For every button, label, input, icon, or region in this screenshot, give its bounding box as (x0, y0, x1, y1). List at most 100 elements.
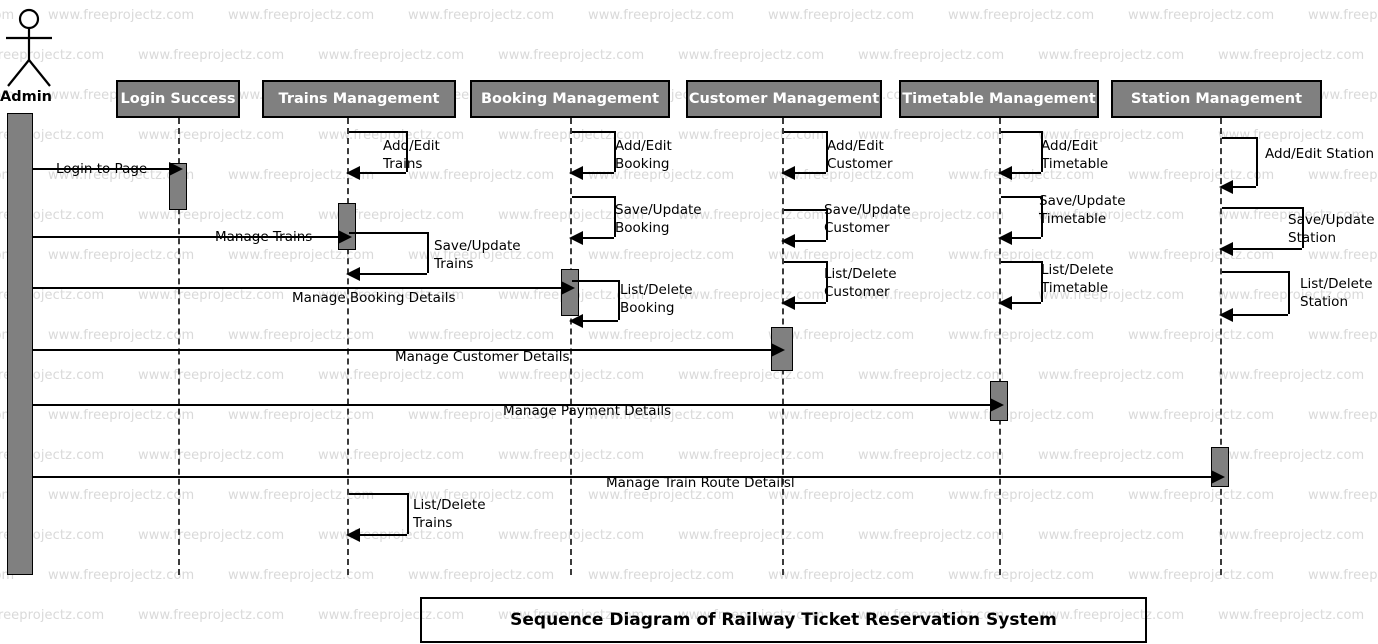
self-message-label-s15: List/Delete Station (1300, 275, 1373, 311)
message-label-m2: Manage Trains (215, 229, 313, 245)
self-message-top-s9 (784, 261, 826, 263)
self-message-bottom-s5 (582, 237, 614, 239)
message-arrowhead-m1 (169, 162, 183, 176)
self-message-label-s5: Save/Update Booking (615, 201, 702, 237)
self-message-label-line2: Station (1300, 294, 1348, 311)
lifeline-dashed-timetable (999, 118, 1001, 575)
self-message-arrowhead-s2 (346, 267, 360, 281)
lifeline-header-station[interactable]: Station Management (1111, 80, 1322, 118)
self-message-arrowhead-s10 (998, 166, 1012, 180)
self-message-label-line1: List/Delete (1041, 262, 1114, 278)
self-message-top-s7 (784, 131, 826, 133)
self-message-label-line2: Timetable (1041, 156, 1109, 173)
self-message-top-s3 (349, 493, 407, 495)
self-message-label-line1: List/Delete (1300, 276, 1373, 292)
lifeline-header-login[interactable]: Login Success (116, 80, 240, 118)
self-message-label-line1: Add/Edit (383, 138, 440, 154)
self-message-label-line2: Trains (383, 156, 423, 173)
self-message-label-line1: Add/Edit (827, 138, 884, 154)
self-message-label-s3: List/Delete Trains (413, 496, 486, 532)
self-message-bottom-s6 (582, 320, 618, 322)
self-message-label-s10: Add/Edit Timetable (1041, 137, 1108, 173)
message-label-m3: Manage Booking Details (292, 290, 456, 306)
stick-figure-actor-icon (6, 8, 52, 87)
actor-label: Admin (0, 89, 53, 105)
self-message-bottom-s13 (1232, 186, 1256, 188)
self-message-bottom-s14 (1232, 248, 1302, 250)
self-message-arrowhead-s5 (569, 231, 583, 245)
activation-bar-admin[interactable] (7, 113, 33, 575)
self-message-side-s3 (407, 493, 409, 534)
self-message-bottom-s3 (359, 534, 407, 536)
self-message-label-line1: Add/Edit Station (1265, 146, 1375, 162)
self-message-arrowhead-s3 (346, 528, 360, 542)
self-message-arrowhead-s6 (569, 314, 583, 328)
self-message-arrowhead-s9 (781, 296, 795, 310)
lifeline-header-booking[interactable]: Booking Management (470, 80, 670, 118)
self-message-label-line2: Customer (827, 156, 893, 173)
self-message-label-line2: Customer (824, 220, 890, 237)
self-message-arrowhead-s4 (569, 166, 583, 180)
self-message-bottom-s9 (794, 302, 826, 304)
self-message-top-s13 (1222, 137, 1256, 139)
diagram-layer: Admin Sequence Diagram of Railway Ticket… (0, 0, 1378, 644)
self-message-side-s15 (1288, 271, 1290, 314)
self-message-label-s4: Add/Edit Booking (615, 137, 672, 173)
self-message-top-s11 (1001, 196, 1041, 198)
diagram-title-box: Sequence Diagram of Railway Ticket Reser… (420, 597, 1147, 643)
self-message-top-s6 (572, 280, 618, 282)
lifeline-header-customer[interactable]: Customer Management (686, 80, 882, 118)
self-message-label-s6: List/Delete Booking (620, 281, 693, 317)
self-message-arrowhead-s12 (998, 296, 1012, 310)
self-message-label-line2: Timetable (1039, 211, 1107, 228)
self-message-label-line2: Booking (620, 300, 675, 317)
message-label-m1: Login to Page (56, 161, 148, 177)
self-message-top-s4 (572, 131, 614, 133)
self-message-label-line1: Save/Update (615, 202, 702, 218)
self-message-label-line1: Save/Update (1288, 212, 1375, 228)
message-arrowhead-m3 (561, 281, 575, 295)
self-message-label-line1: List/Delete (413, 497, 486, 513)
self-message-top-s1 (349, 131, 406, 133)
message-label-m5: Manage Payment Details (503, 403, 672, 419)
lifeline-header-label: Timetable Management (902, 91, 1096, 107)
self-message-bottom-s11 (1011, 237, 1041, 239)
self-message-label-s14: Save/Update Station (1288, 211, 1375, 247)
self-message-bottom-s8 (794, 240, 826, 242)
message-arrowhead-m6 (1211, 470, 1225, 484)
self-message-label-s12: List/Delete Timetable (1041, 261, 1114, 297)
self-message-label-line1: Add/Edit (615, 138, 672, 154)
self-message-label-s8: Save/Update Customer (824, 201, 911, 237)
self-message-top-s14 (1222, 207, 1302, 209)
lifeline-header-timetable[interactable]: Timetable Management (899, 80, 1099, 118)
self-message-label-line1: Save/Update (824, 202, 911, 218)
self-message-bottom-s2 (359, 273, 427, 275)
self-message-label-line1: List/Delete (824, 266, 897, 282)
self-message-bottom-s4 (582, 172, 614, 174)
self-message-label-s7: Add/Edit Customer (827, 137, 893, 173)
message-label-m6: Manage Train Route Detailsl (606, 475, 795, 491)
self-message-label-line1: Save/Update (1039, 193, 1126, 209)
self-message-bottom-s12 (1011, 302, 1041, 304)
self-message-bottom-s10 (1011, 172, 1041, 174)
self-message-label-line2: Booking (615, 156, 670, 173)
self-message-label-s13: Add/Edit Station (1265, 145, 1374, 163)
self-message-label-line2: Timetable (1041, 280, 1109, 297)
self-message-label-s1: Add/Edit Trains (383, 137, 440, 173)
self-message-arrowhead-s7 (781, 166, 795, 180)
self-message-arrowhead-s15 (1219, 308, 1233, 322)
self-message-top-s10 (1001, 131, 1041, 133)
self-message-arrowhead-s11 (998, 231, 1012, 245)
self-message-arrowhead-s1 (346, 166, 360, 180)
self-message-top-s2 (349, 232, 427, 234)
message-arrowhead-m4 (771, 343, 785, 357)
lifeline-header-trains[interactable]: Trains Management (262, 80, 456, 118)
diagram-title: Sequence Diagram of Railway Ticket Reser… (510, 610, 1057, 630)
lifeline-header-label: Customer Management (688, 91, 880, 107)
lifeline-dashed-booking (570, 118, 572, 575)
self-message-bottom-s7 (794, 172, 826, 174)
self-message-arrowhead-s13 (1219, 180, 1233, 194)
message-arrowhead-m5 (990, 398, 1004, 412)
self-message-label-line2: Booking (615, 220, 670, 237)
self-message-arrowhead-s8 (781, 234, 795, 248)
